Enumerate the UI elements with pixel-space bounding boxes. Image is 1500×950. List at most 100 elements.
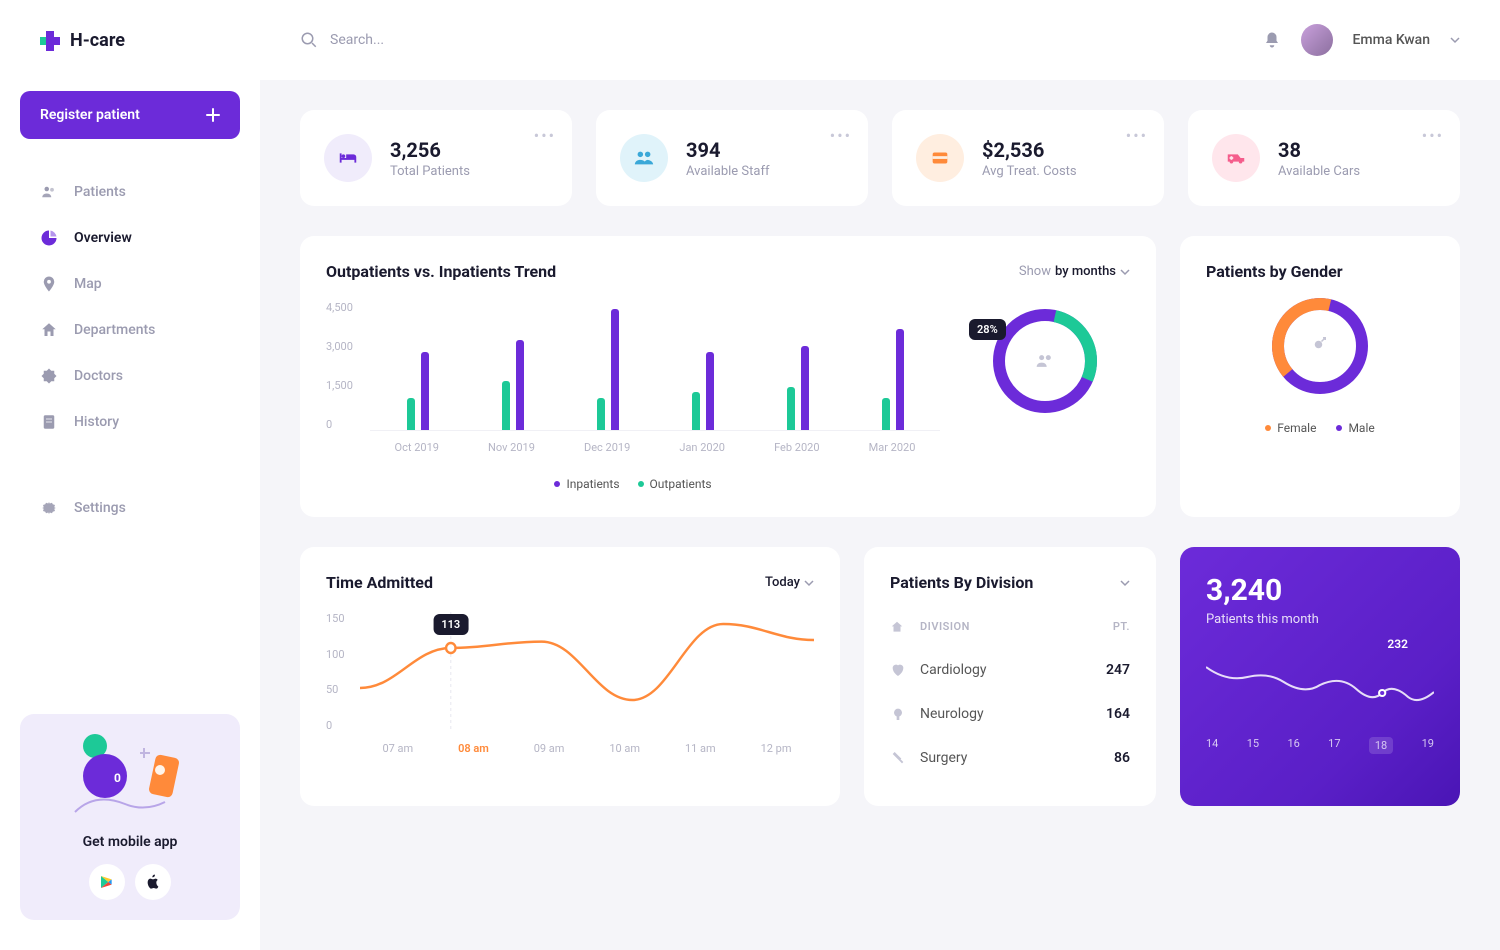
chevron-down-icon	[1120, 267, 1130, 277]
chevron-down-icon[interactable]	[1450, 35, 1460, 45]
stat-label: Total Patients	[390, 164, 470, 179]
division-icon	[890, 706, 920, 722]
division-rows: Cardiology247Neurology164Surgery86	[890, 648, 1130, 780]
gender-icon	[1265, 291, 1375, 401]
stats-row: ••• 3,256 Total Patients ••• 394	[300, 110, 1460, 206]
month-label: Patients this month	[1206, 612, 1434, 627]
stat-card-costs: ••• $2,536 Avg Treat. Costs	[892, 110, 1164, 206]
more-icon[interactable]: •••	[1422, 126, 1444, 145]
nav-item-doctors[interactable]: Doctors	[20, 353, 240, 399]
home-icon	[890, 620, 920, 634]
register-patient-label: Register patient	[40, 107, 140, 123]
logo-icon	[40, 31, 60, 51]
trend-donut: 28%	[960, 301, 1130, 491]
chevron-down-icon[interactable]	[1120, 578, 1130, 588]
mobile-illustration: 0	[40, 734, 220, 824]
trend-bars	[370, 301, 940, 431]
month-card: 3,240 Patients this month 232 1415161718…	[1180, 547, 1460, 806]
store-buttons	[40, 864, 220, 900]
division-row[interactable]: Cardiology247	[890, 648, 1130, 692]
nav-divider	[20, 445, 240, 485]
nav-item-overview[interactable]: Overview	[20, 215, 240, 261]
time-title: Time Admitted	[326, 573, 433, 592]
trend-y-axis: 4,5003,0001,5000	[326, 301, 353, 431]
trend-bar-chart: 4,5003,0001,5000 Oct 2019Nov 2019Dec 201…	[326, 301, 940, 491]
chevron-down-icon	[804, 578, 814, 588]
division-value: 247	[1090, 662, 1130, 678]
time-admitted-card: Time Admitted Today 150100500 113 07 am0…	[300, 547, 840, 806]
time-x-axis: 07 am08 am09 am10 am11 am12 pm	[360, 742, 814, 755]
brand-name: H-care	[70, 30, 125, 51]
gear-icon	[40, 499, 58, 517]
users-icon	[40, 183, 58, 201]
stat-value: 394	[686, 138, 770, 162]
content: ••• 3,256 Total Patients ••• 394	[260, 80, 1500, 950]
trend-period-select[interactable]: Show by months	[1019, 264, 1130, 279]
division-icon	[890, 662, 920, 678]
main: Emma Kwan ••• 3,256 Total Patients	[260, 0, 1500, 950]
division-col-value: PT.	[1090, 620, 1130, 634]
nav-label: Map	[74, 276, 102, 292]
legend-outpatients: Outpatients	[638, 477, 712, 491]
more-icon[interactable]: •••	[830, 126, 852, 145]
more-icon[interactable]: •••	[1126, 126, 1148, 145]
month-value: 3,240	[1206, 573, 1434, 608]
stat-label: Available Staff	[686, 164, 770, 179]
app-store-button[interactable]	[135, 864, 171, 900]
legend-inpatients: Inpatients	[554, 477, 619, 491]
search-wrap	[300, 31, 1243, 49]
nav-label: Overview	[74, 230, 132, 246]
show-value: by months	[1055, 264, 1116, 279]
division-row[interactable]: Neurology164	[890, 692, 1130, 736]
division-header-row: DIVISION PT.	[890, 612, 1130, 648]
pin-icon	[40, 275, 58, 293]
division-name: Cardiology	[920, 662, 1090, 678]
mobile-card-title: Get mobile app	[40, 834, 220, 850]
bed-icon	[324, 134, 372, 182]
gender-title: Patients by Gender	[1206, 262, 1434, 281]
stat-label: Available Cars	[1278, 164, 1360, 179]
group-icon	[620, 134, 668, 182]
search-input[interactable]	[330, 32, 530, 48]
more-icon[interactable]: •••	[534, 126, 556, 145]
plus-icon	[206, 108, 220, 122]
time-y-axis: 150100500	[326, 612, 345, 732]
wallet-icon	[916, 134, 964, 182]
doc-icon	[40, 413, 58, 431]
division-row[interactable]: Surgery86	[890, 736, 1130, 780]
division-icon	[890, 750, 920, 766]
mobile-app-card: 0 Get mobile app	[20, 714, 240, 920]
time-plot: 113	[360, 612, 814, 732]
stat-value: 3,256	[390, 138, 470, 162]
nav-label: Departments	[74, 322, 155, 338]
avatar[interactable]	[1301, 24, 1333, 56]
time-period-select[interactable]: Today	[765, 575, 814, 590]
play-store-button[interactable]	[89, 864, 125, 900]
division-name: Surgery	[920, 750, 1090, 766]
division-value: 164	[1090, 706, 1130, 722]
sidebar: H-care Register patient Patients Overvie…	[0, 0, 260, 950]
pie-icon	[40, 229, 58, 247]
stat-label: Avg Treat. Costs	[982, 164, 1077, 179]
trend-title: Outpatients vs. Inpatients Trend	[326, 262, 556, 281]
legend-male: Male	[1336, 421, 1374, 435]
nav-label: History	[74, 414, 119, 430]
time-select-value: Today	[765, 575, 800, 590]
bell-icon[interactable]	[1263, 31, 1281, 49]
month-tooltip: 232	[1387, 637, 1408, 651]
nav-item-history[interactable]: History	[20, 399, 240, 445]
nav-item-departments[interactable]: Departments	[20, 307, 240, 353]
user-name: Emma Kwan	[1353, 32, 1430, 48]
gender-card: Patients by Gender Female Male	[1180, 236, 1460, 517]
stat-card-staff: ••• 394 Available Staff	[596, 110, 868, 206]
show-label: Show	[1019, 264, 1051, 279]
nav-item-map[interactable]: Map	[20, 261, 240, 307]
month-chart: 232	[1206, 647, 1434, 727]
register-patient-button[interactable]: Register patient	[20, 91, 240, 139]
month-x-axis: 141516171819	[1206, 737, 1434, 754]
ambulance-icon	[1212, 134, 1260, 182]
stat-card-cars: ••• 38 Available Cars	[1188, 110, 1460, 206]
nav-item-patients[interactable]: Patients	[20, 169, 240, 215]
division-title: Patients By Division	[890, 573, 1033, 592]
nav-item-settings[interactable]: Settings	[20, 485, 240, 531]
